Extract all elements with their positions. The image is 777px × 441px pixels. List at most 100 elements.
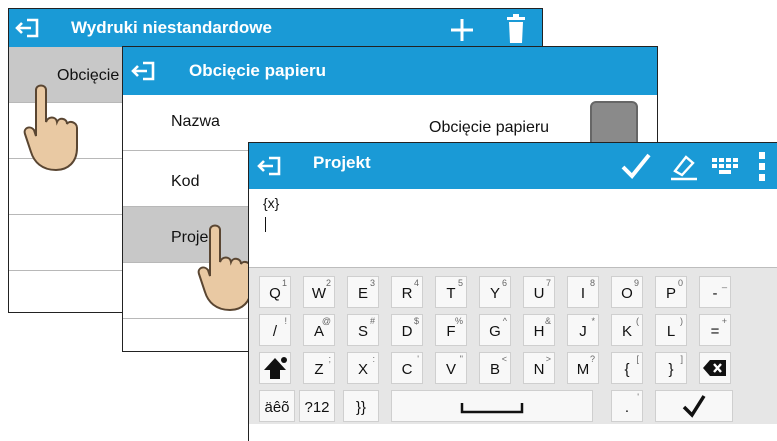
key-secondary-label: " bbox=[459, 354, 463, 364]
key-10[interactable]: = + bbox=[699, 314, 731, 346]
key-secondary-label: 8 bbox=[589, 278, 595, 288]
check-icon bbox=[682, 395, 706, 418]
key-6[interactable]: H & bbox=[523, 314, 555, 346]
key-secondary-label: 4 bbox=[413, 278, 419, 288]
back-arrow-icon[interactable] bbox=[131, 57, 159, 85]
key-6[interactable]: M? bbox=[567, 352, 599, 384]
key-4[interactable]: B < bbox=[479, 352, 511, 384]
space-icon bbox=[460, 403, 524, 414]
accents-key[interactable]: äêõ bbox=[259, 390, 295, 422]
shift-key[interactable] bbox=[259, 352, 291, 384]
key-3[interactable]: D $ bbox=[391, 314, 423, 346]
space-key[interactable] bbox=[391, 390, 593, 422]
editor-text: {x} bbox=[263, 195, 280, 211]
field-label: Nazwa bbox=[171, 113, 220, 130]
key-3[interactable]: V " bbox=[435, 352, 467, 384]
numbers-key[interactable]: ?12 bbox=[299, 390, 335, 422]
onscreen-keyboard: Q 1 W 2 E 3 R 4 T 5 Y 6 U 7 I 8 O 9 P 0 - _ /! A @ S # D $ F% G ^ H & J * K(… bbox=[249, 267, 777, 424]
key-secondary-label: @ bbox=[321, 316, 331, 326]
backspace-key[interactable] bbox=[699, 352, 731, 384]
eraser-icon[interactable] bbox=[669, 151, 699, 181]
key-secondary-label: % bbox=[454, 316, 463, 326]
key-secondary-label: 1 bbox=[281, 278, 287, 288]
key-0[interactable]: Z; bbox=[303, 352, 335, 384]
field-value: Obcięcie papieru bbox=[429, 119, 550, 136]
back-arrow-icon[interactable] bbox=[257, 152, 285, 180]
key-2[interactable]: E3 bbox=[347, 276, 379, 308]
check-icon[interactable] bbox=[621, 152, 651, 180]
key-6[interactable]: U7 bbox=[523, 276, 555, 308]
titlebar: Wydruki niestandardowe bbox=[9, 9, 542, 47]
key-secondary-label: < bbox=[501, 354, 507, 364]
key-9[interactable]: P0 bbox=[655, 276, 687, 308]
key-secondary-label: ) bbox=[680, 316, 683, 326]
key-2[interactable]: C ' bbox=[391, 352, 423, 384]
key-4[interactable]: T5 bbox=[435, 276, 467, 308]
key-7[interactable]: I8 bbox=[567, 276, 599, 308]
key-8[interactable]: O9 bbox=[611, 276, 643, 308]
key-8[interactable]: K( bbox=[611, 314, 643, 346]
key-secondary-label: 2 bbox=[325, 278, 331, 288]
key-secondary-label: 9 bbox=[633, 278, 639, 288]
key-secondary-label: ^ bbox=[502, 316, 507, 326]
key-5[interactable]: N > bbox=[523, 352, 555, 384]
plus-icon[interactable] bbox=[449, 17, 475, 43]
key-secondary-label: ; bbox=[328, 354, 331, 364]
text-editor[interactable]: {x} bbox=[249, 189, 777, 267]
key-0[interactable]: Q1 bbox=[259, 276, 291, 308]
key-10[interactable]: - _ bbox=[699, 276, 731, 308]
window-title: Projekt bbox=[313, 153, 371, 172]
key-secondary-label: 5 bbox=[457, 278, 463, 288]
trash-icon[interactable] bbox=[505, 14, 527, 44]
key-9[interactable]: L) bbox=[655, 314, 687, 346]
more-vertical-icon[interactable] bbox=[757, 151, 767, 183]
hand-pointer-icon bbox=[197, 224, 252, 312]
key-5[interactable]: Y6 bbox=[479, 276, 511, 308]
key-secondary-label: : bbox=[372, 354, 375, 364]
text-cursor bbox=[265, 217, 266, 232]
key-secondary-label: ' bbox=[417, 354, 419, 364]
key-secondary-label: ' bbox=[637, 392, 639, 402]
key-secondary-label: ] bbox=[680, 354, 683, 364]
key-secondary-label: 7 bbox=[545, 278, 551, 288]
key-7[interactable]: J * bbox=[567, 314, 599, 346]
key-label: ?12 bbox=[304, 399, 330, 416]
key-7[interactable]: {[ bbox=[611, 352, 643, 384]
project-editor-window: Projekt {x} Q 1 W 2 E 3 R 4 T 5 Y 6 U 7 I 8 O 9 P 0 - _ /! A @ S #… bbox=[248, 142, 777, 441]
key-secondary-label: ( bbox=[636, 316, 639, 326]
enter-key[interactable] bbox=[655, 390, 733, 422]
key-2[interactable]: S # bbox=[347, 314, 379, 346]
key-1[interactable]: W2 bbox=[303, 276, 335, 308]
key-secondary-label: * bbox=[591, 316, 595, 326]
titlebar: Projekt bbox=[249, 143, 777, 189]
titlebar: Obcięcie papieru bbox=[123, 47, 657, 95]
key-1[interactable]: X: bbox=[347, 352, 379, 384]
back-arrow-icon[interactable] bbox=[15, 14, 43, 42]
key-3[interactable]: R4 bbox=[391, 276, 423, 308]
dot-key[interactable]: . ' bbox=[611, 390, 643, 422]
key-secondary-label: [ bbox=[636, 354, 639, 364]
shift-icon bbox=[264, 357, 287, 379]
key-secondary-label: $ bbox=[413, 316, 419, 326]
key-secondary-label: & bbox=[544, 316, 551, 326]
key-label: äêõ bbox=[264, 399, 290, 416]
key-secondary-label: > bbox=[545, 354, 551, 364]
key-secondary-label: # bbox=[369, 316, 375, 326]
keyboard-icon[interactable] bbox=[711, 157, 743, 175]
window-title: Wydruki niestandardowe bbox=[71, 18, 272, 37]
key-secondary-label: 0 bbox=[677, 278, 683, 288]
key-secondary-label: _ bbox=[721, 278, 727, 288]
hand-pointer-icon bbox=[23, 84, 78, 172]
backspace-icon bbox=[703, 360, 726, 376]
key-secondary-label: + bbox=[721, 316, 727, 326]
key-secondary-label: 3 bbox=[369, 278, 375, 288]
key-0[interactable]: /! bbox=[259, 314, 291, 346]
key-secondary-label: 6 bbox=[501, 278, 507, 288]
key-8[interactable]: }] bbox=[655, 352, 687, 384]
key-secondary-label: ? bbox=[589, 354, 595, 364]
braces-key[interactable]: }} bbox=[343, 390, 379, 422]
key-4[interactable]: F% bbox=[435, 314, 467, 346]
key-secondary-label: ! bbox=[284, 316, 287, 326]
key-5[interactable]: G ^ bbox=[479, 314, 511, 346]
key-1[interactable]: A @ bbox=[303, 314, 335, 346]
